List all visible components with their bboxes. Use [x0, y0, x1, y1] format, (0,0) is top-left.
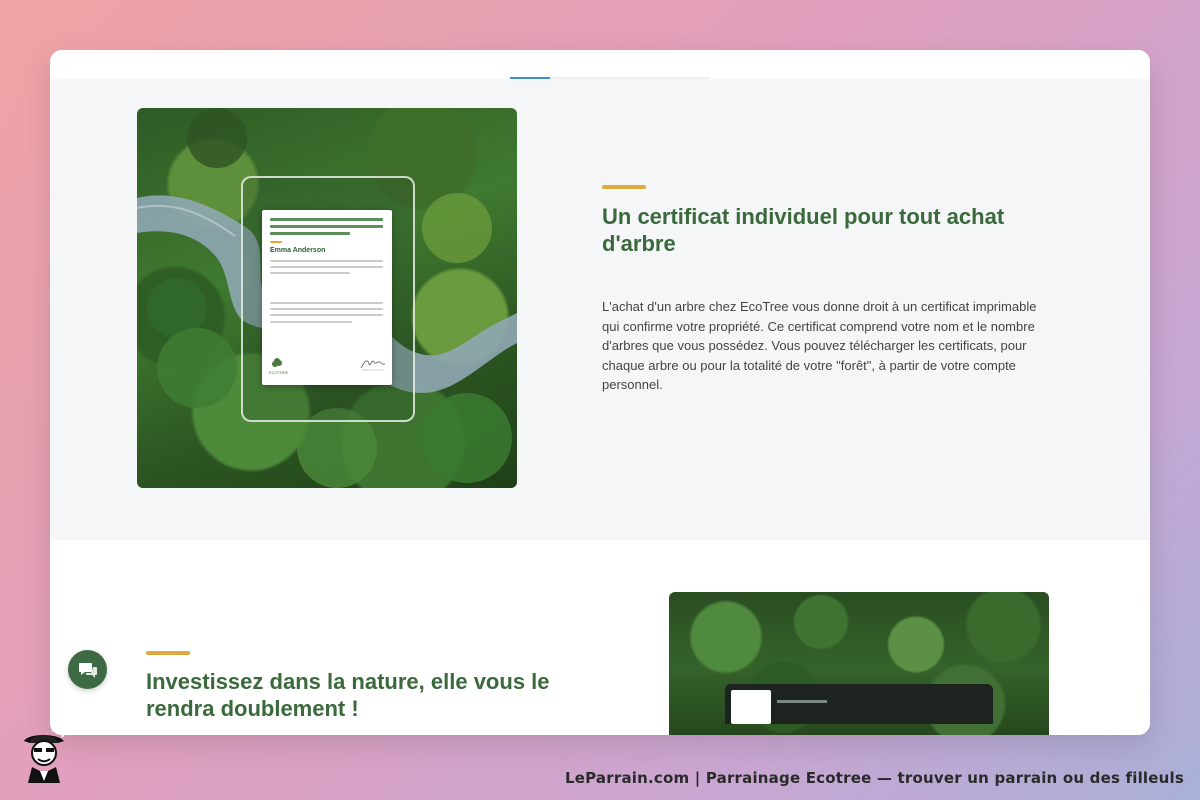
laptop-bar — [777, 700, 827, 703]
page-card: Emma Anderson ECOTREE Un certificat indi… — [50, 50, 1150, 735]
laptop-screen — [731, 690, 771, 724]
accent-line-2 — [146, 651, 190, 655]
certificate-document: Emma Anderson ECOTREE — [262, 210, 392, 385]
forest-laptop-image — [669, 592, 1049, 735]
section-description: L'achat d'un arbre chez EcoTree vous don… — [602, 299, 1037, 392]
invest-title: Investissez dans la nature, elle vous le… — [146, 669, 550, 721]
chat-button[interactable] — [68, 650, 107, 689]
footer-caption: LeParrain.com | Parrainage Ecotree — tro… — [565, 769, 1184, 787]
forest-certificate-image: Emma Anderson ECOTREE — [137, 108, 517, 488]
laptop-mockup — [725, 684, 993, 724]
tree-icon — [272, 358, 282, 367]
certificate-owner-name: Emma Anderson — [270, 247, 326, 254]
certificate-logo-text: ECOTREE — [269, 370, 289, 375]
chat-bubbles-icon — [78, 662, 97, 678]
accent-line — [602, 185, 646, 189]
certificate-section: Emma Anderson ECOTREE Un certificat indi… — [50, 79, 1150, 540]
top-bar — [50, 50, 1150, 78]
detective-mascot-icon — [24, 728, 64, 783]
section-title: Un certificat individuel pour tout achat… — [602, 204, 1005, 256]
signature-icon — [360, 360, 386, 371]
